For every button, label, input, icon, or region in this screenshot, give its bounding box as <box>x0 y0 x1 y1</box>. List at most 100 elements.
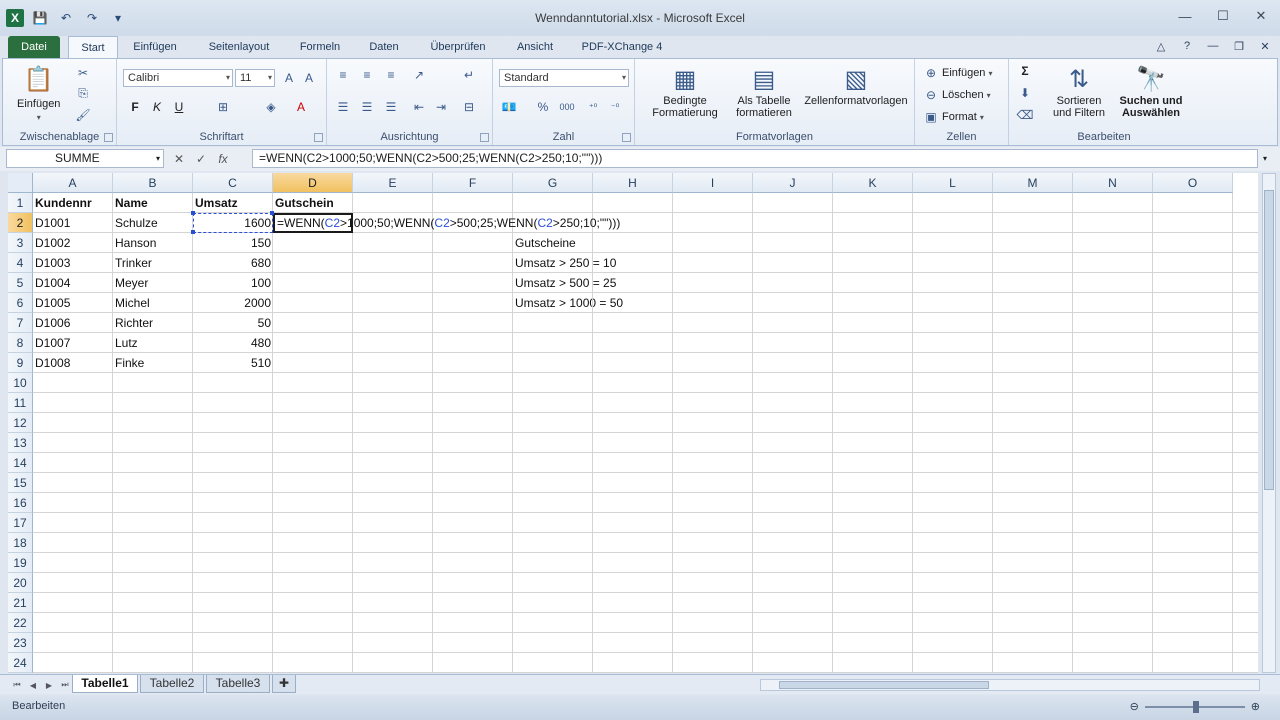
row-header-15[interactable]: 15 <box>8 473 33 493</box>
reference-handle[interactable] <box>270 211 274 215</box>
column-header-i[interactable]: I <box>673 173 753 193</box>
column-header-a[interactable]: A <box>33 173 113 193</box>
column-header-e[interactable]: E <box>353 173 433 193</box>
number-format-combo[interactable]: Standard ▾ <box>499 69 629 87</box>
row-header-8[interactable]: 8 <box>8 333 33 353</box>
align-middle-icon[interactable]: ≡ <box>359 67 375 83</box>
cell-b5[interactable]: Meyer <box>113 273 193 293</box>
autosum-icon[interactable]: Σ <box>1017 63 1033 79</box>
cell-g3[interactable]: Gutscheine <box>513 233 673 253</box>
column-header-n[interactable]: N <box>1073 173 1153 193</box>
row-header-16[interactable]: 16 <box>8 493 33 513</box>
cell-a3[interactable]: D1002 <box>33 233 113 253</box>
cell-a1[interactable]: Kundennr <box>33 193 113 213</box>
bold-button[interactable]: F <box>127 99 143 115</box>
column-header-b[interactable]: B <box>113 173 193 193</box>
number-launcher-icon[interactable] <box>622 133 631 142</box>
tab-start[interactable]: Start <box>68 36 118 58</box>
cell-styles-button[interactable]: ▧ Zellenformatvorlagen <box>799 63 913 108</box>
cell-g5[interactable]: Umsatz > 500 = 25 <box>513 273 673 293</box>
row-header-18[interactable]: 18 <box>8 533 33 553</box>
zoom-in-icon[interactable]: ⊕ <box>1251 700 1260 713</box>
column-header-j[interactable]: J <box>753 173 833 193</box>
zoom-out-icon[interactable]: ⊖ <box>1130 700 1139 713</box>
cell-b4[interactable]: Trinker <box>113 253 193 273</box>
tab-datei[interactable]: Datei <box>8 36 60 58</box>
vertical-scrollbar[interactable] <box>1262 173 1276 673</box>
thousands-separator-icon[interactable]: 000 <box>559 99 575 115</box>
cell-b3[interactable]: Hanson <box>113 233 193 253</box>
sheet-tab-tabelle3[interactable]: Tabelle3 <box>206 675 270 693</box>
row-header-19[interactable]: 19 <box>8 553 33 573</box>
sort-filter-button[interactable]: ⇅ Sortieren und Filtern <box>1045 63 1113 120</box>
cell-c8[interactable]: 480 <box>193 333 273 353</box>
tab-einfügen[interactable]: Einfügen <box>124 36 186 58</box>
cell-a7[interactable]: D1006 <box>33 313 113 333</box>
save-icon[interactable]: 💾 <box>30 9 50 27</box>
undo-icon[interactable]: ↶ <box>56 9 76 27</box>
row-header-5[interactable]: 5 <box>8 273 33 293</box>
tab-daten[interactable]: Daten <box>360 36 408 58</box>
zoom-slider[interactable] <box>1144 700 1245 713</box>
row-header-14[interactable]: 14 <box>8 453 33 473</box>
last-sheet-icon[interactable]: ⏭ <box>58 678 72 692</box>
find-select-button[interactable]: 🔭 Suchen und Auswählen <box>1115 63 1187 120</box>
insert-sheet-icon[interactable]: ✚ <box>272 675 296 693</box>
insert-cells-button[interactable]: ⊕ Einfügen ▾ <box>923 65 992 81</box>
fill-icon[interactable]: ⬇ <box>1017 85 1033 101</box>
cut-icon[interactable]: ✂ <box>75 65 91 81</box>
align-left-icon[interactable]: ☰ <box>335 99 351 115</box>
redo-icon[interactable]: ↷ <box>82 9 102 27</box>
row-header-22[interactable]: 22 <box>8 613 33 633</box>
name-box[interactable]: SUMME ▾ <box>6 149 164 168</box>
horizontal-scrollbar[interactable] <box>760 679 1260 691</box>
clear-icon[interactable]: ⌫ <box>1017 107 1034 123</box>
row-header-9[interactable]: 9 <box>8 353 33 373</box>
close-icon[interactable]: ✕ <box>1250 8 1272 24</box>
workbook-restore-icon[interactable]: ❐ <box>1230 38 1248 54</box>
help-icon[interactable]: ? <box>1178 38 1196 54</box>
row-header-13[interactable]: 13 <box>8 433 33 453</box>
cell-c4[interactable]: 680 <box>193 253 273 273</box>
cell-a9[interactable]: D1008 <box>33 353 113 373</box>
customize-qat-icon[interactable]: ▾ <box>108 9 128 27</box>
alignment-launcher-icon[interactable] <box>480 133 489 142</box>
sheet-tab-tabelle2[interactable]: Tabelle2 <box>140 675 204 693</box>
cell-g4[interactable]: Umsatz > 250 = 10 <box>513 253 673 273</box>
column-header-k[interactable]: K <box>833 173 913 193</box>
italic-button[interactable]: K <box>149 99 165 115</box>
tab-ansicht[interactable]: Ansicht <box>508 36 562 58</box>
clipboard-launcher-icon[interactable] <box>104 133 113 142</box>
column-header-m[interactable]: M <box>993 173 1073 193</box>
cancel-formula-icon[interactable]: ✕ <box>170 150 188 167</box>
align-top-icon[interactable]: ≡ <box>335 67 351 83</box>
cell-c9[interactable]: 510 <box>193 353 273 373</box>
cell-c7[interactable]: 50 <box>193 313 273 333</box>
cell-b2[interactable]: Schulze <box>113 213 193 233</box>
prev-sheet-icon[interactable]: ◀ <box>26 678 40 692</box>
align-right-icon[interactable]: ☰ <box>383 99 399 115</box>
column-header-h[interactable]: H <box>593 173 673 193</box>
vertical-scroll-thumb[interactable] <box>1264 190 1274 490</box>
grow-font-icon[interactable]: A <box>281 70 297 86</box>
cell-c6[interactable]: 2000 <box>193 293 273 313</box>
merge-center-icon[interactable]: ⊟ <box>461 99 477 115</box>
format-painter-icon[interactable]: 🖌 <box>75 107 91 123</box>
tab-überprüfen[interactable]: Überprüfen <box>420 36 496 58</box>
column-header-d[interactable]: D <box>273 173 353 193</box>
ribbon-minimize-icon[interactable]: △ <box>1152 38 1170 54</box>
orientation-icon[interactable]: ↗ <box>411 67 427 83</box>
row-header-24[interactable]: 24 <box>8 653 33 673</box>
paste-button[interactable]: 📋 Einfügen ▾ <box>17 63 60 123</box>
formula-input[interactable]: =WENN(C2>1000;50;WENN(C2>500;25;WENN(C2>… <box>252 149 1258 168</box>
percent-icon[interactable]: % <box>535 99 551 115</box>
wrap-text-icon[interactable]: ↵ <box>461 67 477 83</box>
decrease-indent-icon[interactable]: ⇤ <box>411 99 427 115</box>
insert-function-icon[interactable]: fx <box>214 150 232 167</box>
font-launcher-icon[interactable] <box>314 133 323 142</box>
cell-d2-editing[interactable]: =WENN(C2>1000;50;WENN(C2>500;25;WENN(C2>… <box>273 213 620 233</box>
row-header-2[interactable]: 2 <box>8 213 33 233</box>
cell-b8[interactable]: Lutz <box>113 333 193 353</box>
align-bottom-icon[interactable]: ≡ <box>383 67 399 83</box>
format-as-table-button[interactable]: ▤ Als Tabelle formatieren <box>729 63 799 120</box>
